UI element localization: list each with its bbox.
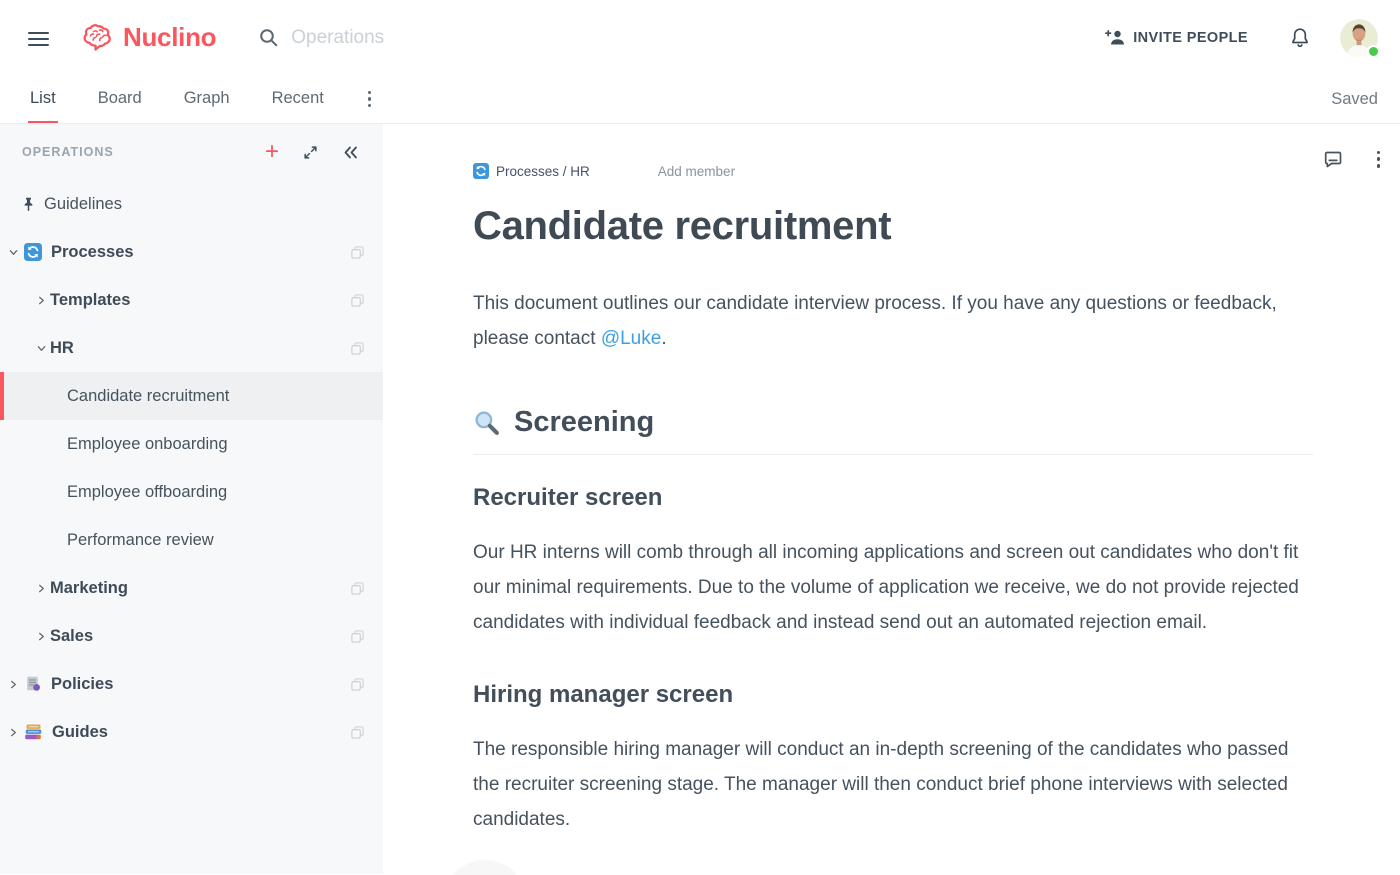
brain-logo-icon bbox=[81, 24, 115, 52]
chevron-right-icon[interactable] bbox=[36, 296, 46, 305]
search-input[interactable] bbox=[291, 27, 511, 49]
chevron-right-icon[interactable] bbox=[36, 584, 46, 593]
copy-icon[interactable] bbox=[350, 341, 365, 356]
user-avatar[interactable] bbox=[1340, 19, 1378, 57]
collapse-sidebar-icon[interactable] bbox=[342, 145, 359, 160]
subheading-hiring-manager-screen[interactable]: Hiring manager screen bbox=[473, 681, 1313, 709]
invite-people-button[interactable]: INVITE PEOPLE bbox=[1105, 29, 1248, 46]
menu-icon[interactable] bbox=[28, 28, 49, 50]
sidebar-item-guides[interactable]: Guides bbox=[0, 708, 383, 756]
document-more-icon[interactable] bbox=[1373, 147, 1384, 171]
copy-icon[interactable] bbox=[350, 293, 365, 308]
sidebar-item-employee-onboarding[interactable]: Employee onboarding bbox=[0, 420, 383, 468]
tab-graph[interactable]: Graph bbox=[182, 75, 232, 123]
section-heading-screening[interactable]: Screening bbox=[473, 406, 1313, 455]
recruiter-screen-paragraph[interactable]: Our HR interns will comb through all inc… bbox=[473, 535, 1313, 640]
sidebar-item-performance-review[interactable]: Performance review bbox=[0, 516, 383, 564]
breadcrumb-label: Processes / HR bbox=[496, 164, 590, 179]
sidebar-item-processes[interactable]: Processes bbox=[0, 228, 383, 276]
sidebar-item-marketing[interactable]: Marketing bbox=[0, 564, 383, 612]
next-section-emoji-peek bbox=[443, 860, 527, 875]
magnifying-glass-emoji-icon bbox=[473, 409, 501, 437]
intro-paragraph: This document outlines our candidate int… bbox=[473, 286, 1313, 356]
person-add-icon bbox=[1105, 29, 1126, 46]
tab-board[interactable]: Board bbox=[96, 75, 144, 123]
chevron-right-icon[interactable] bbox=[8, 680, 18, 689]
sidebar-item-employee-offboarding[interactable]: Employee offboarding bbox=[0, 468, 383, 516]
pin-icon bbox=[22, 196, 35, 212]
document-pane: Processes / HR Add member Candidate recr… bbox=[383, 124, 1400, 874]
workspace-label: OPERATIONS bbox=[22, 145, 265, 159]
view-tabs-row: List Board Graph Recent Saved bbox=[0, 75, 1400, 124]
tab-list[interactable]: List bbox=[28, 75, 58, 123]
sidebar-item-hr[interactable]: HR bbox=[0, 324, 383, 372]
books-stack-icon bbox=[24, 723, 43, 741]
online-status-dot bbox=[1367, 45, 1380, 58]
copy-icon[interactable] bbox=[350, 629, 365, 644]
save-status: Saved bbox=[1331, 75, 1378, 123]
sync-blue-icon bbox=[473, 163, 489, 179]
comments-icon[interactable] bbox=[1323, 150, 1343, 169]
brand-name: Nuclino bbox=[123, 22, 216, 53]
search-box[interactable] bbox=[258, 27, 511, 49]
chevron-down-icon[interactable] bbox=[8, 248, 18, 257]
copy-icon[interactable] bbox=[350, 245, 365, 260]
top-bar: Nuclino INVITE PEOPLE bbox=[0, 0, 1400, 75]
page-title[interactable]: Candidate recruitment bbox=[473, 204, 1313, 249]
add-member-button[interactable]: Add member bbox=[658, 164, 735, 179]
subheading-recruiter-screen[interactable]: Recruiter screen bbox=[473, 484, 1313, 512]
sidebar-item-templates[interactable]: Templates bbox=[0, 276, 383, 324]
sidebar-item-guidelines[interactable]: Guidelines bbox=[0, 180, 383, 228]
tab-recent[interactable]: Recent bbox=[270, 75, 326, 123]
sidebar-item-candidate-recruitment[interactable]: Candidate recruitment bbox=[0, 372, 383, 420]
sidebar-item-sales[interactable]: Sales bbox=[0, 612, 383, 660]
search-icon bbox=[258, 27, 279, 48]
mention-link[interactable]: @Luke bbox=[601, 328, 662, 349]
nuclino-logo[interactable]: Nuclino bbox=[81, 22, 216, 53]
document-purple-dot-icon bbox=[24, 675, 42, 693]
chevron-right-icon[interactable] bbox=[36, 632, 46, 641]
tabs-more-icon[interactable] bbox=[364, 75, 375, 123]
sidebar: OPERATIONS + bbox=[0, 124, 383, 874]
copy-icon[interactable] bbox=[350, 581, 365, 596]
copy-icon[interactable] bbox=[350, 677, 365, 692]
expand-icon[interactable] bbox=[303, 145, 318, 160]
chevron-right-icon[interactable] bbox=[8, 728, 18, 737]
sidebar-item-policies[interactable]: Policies bbox=[0, 660, 383, 708]
notifications-bell-icon[interactable] bbox=[1290, 27, 1310, 49]
chevron-down-icon[interactable] bbox=[36, 344, 46, 353]
copy-icon[interactable] bbox=[350, 725, 365, 740]
invite-people-label: INVITE PEOPLE bbox=[1133, 30, 1248, 46]
add-item-icon[interactable]: + bbox=[265, 140, 279, 164]
breadcrumb[interactable]: Processes / HR bbox=[473, 163, 590, 179]
sync-blue-icon bbox=[24, 243, 42, 261]
hiring-manager-paragraph[interactable]: The responsible hiring manager will cond… bbox=[473, 732, 1313, 837]
